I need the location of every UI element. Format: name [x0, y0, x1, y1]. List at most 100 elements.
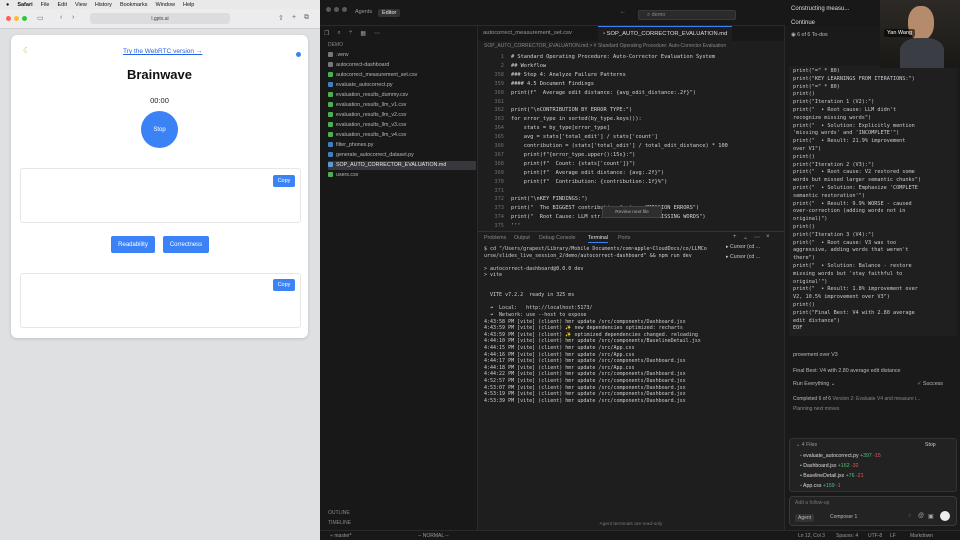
tab-agents[interactable]: Agents: [355, 9, 372, 15]
changed-file-row[interactable]: ▪ evaluate_autocorrect.py +397 -15: [800, 453, 881, 459]
menu-item-app[interactable]: Safari: [17, 2, 32, 8]
encoding[interactable]: UTF-8: [868, 533, 882, 539]
zoom-window-icon[interactable]: [22, 16, 27, 21]
minimize-window-icon[interactable]: [334, 7, 339, 12]
tab-output[interactable]: Output: [514, 235, 530, 241]
close-panel-icon[interactable]: ×: [766, 234, 770, 240]
forward-icon[interactable]: ›: [72, 14, 74, 21]
back-icon[interactable]: ←: [620, 9, 626, 15]
indentation[interactable]: Spaces: 4: [836, 533, 858, 539]
todos-summary[interactable]: ◉ 6 of 6 To-dos: [791, 32, 828, 38]
moon-icon[interactable]: ☾: [23, 46, 30, 55]
code-line: 375 ''': [478, 222, 784, 231]
agent-code-line: over-correction (adding words not in: [793, 208, 906, 215]
editor-tab-sop[interactable]: ▪ SOP_AUTO_CORRECTOR_EVALUATION.md: [598, 26, 733, 41]
tab-editor[interactable]: Editor: [378, 9, 401, 17]
more-icon[interactable]: ⋯: [754, 234, 760, 241]
run-everything-dropdown[interactable]: Run Everything ⌄: [793, 381, 835, 387]
continue-button[interactable]: Continue: [791, 20, 815, 26]
menu-item-window[interactable]: Window: [155, 2, 175, 8]
menu-item-history[interactable]: History: [95, 2, 112, 8]
sidebar-icon[interactable]: ▭: [37, 14, 44, 22]
outline-section[interactable]: OUTLINE: [328, 510, 350, 516]
back-icon[interactable]: ‹: [60, 14, 62, 21]
zoom-window-icon[interactable]: [342, 7, 347, 12]
changed-file-row[interactable]: ▪ Dashboard.jsx +162 -32: [800, 463, 859, 469]
language-mode[interactable]: Markdown: [910, 533, 933, 539]
source-control-icon[interactable]: ⑂: [349, 30, 353, 37]
share-icon[interactable]: ⇧: [278, 14, 284, 22]
code-editor[interactable]: autocorrect_measurement_set.csv ▪ SOP_AU…: [478, 26, 784, 231]
code-line: 361: [478, 98, 784, 107]
explorer-item[interactable]: evaluate_autocorrect.py: [328, 81, 476, 90]
git-branch[interactable]: ⑂ master*: [330, 533, 352, 539]
terminal-entry[interactable]: ▸ Cursor (cd ...: [726, 252, 784, 262]
transcript-textbox[interactable]: [20, 168, 301, 223]
tab-ports[interactable]: Ports: [618, 235, 630, 241]
timeline-section[interactable]: TIMELINE: [328, 520, 351, 526]
code-line: 360 print(f" Average edit distance: {avg_…: [478, 89, 784, 98]
breadcrumb[interactable]: SOP_AUTO_CORRECTOR_EVALUATION.md > # Sta…: [478, 43, 784, 49]
editor-tab-csv[interactable]: autocorrect_measurement_set.csv: [478, 26, 577, 41]
explorer-item[interactable]: evaluation_results_llm_v1.csv: [328, 101, 476, 110]
copy-transcript-button[interactable]: Copy: [273, 175, 295, 187]
menu-item-bookmarks[interactable]: Bookmarks: [120, 2, 148, 8]
explorer-item[interactable]: evaluation_results_llm_v3.csv: [328, 121, 476, 130]
image-attach-icon[interactable]: ▣: [928, 513, 934, 520]
explorer-item[interactable]: users.csv: [328, 171, 476, 180]
tab-problems[interactable]: Problems: [484, 235, 506, 241]
chevron-down-icon[interactable]: ⌄: [743, 234, 748, 241]
minimize-window-icon[interactable]: [14, 16, 19, 21]
tabs-overview-icon[interactable]: ⧉: [304, 14, 309, 22]
apple-menu-icon[interactable]: ●: [6, 2, 9, 8]
correctness-button[interactable]: Correctness: [163, 236, 209, 253]
agent-input[interactable]: Add a follow-up Agent Composer 1 ◌ @ ▣: [789, 496, 957, 526]
explorer-item[interactable]: .venv: [328, 51, 476, 60]
menu-item-help[interactable]: Help: [183, 2, 194, 8]
result-textbox[interactable]: [20, 273, 301, 328]
line-ending[interactable]: LF: [890, 533, 896, 539]
extensions-icon[interactable]: ▦: [360, 30, 366, 37]
agent-code-line: over V1"): [793, 146, 822, 152]
copy-result-button[interactable]: Copy: [273, 279, 295, 291]
more-icon[interactable]: ⋯: [374, 30, 380, 37]
stop-generation-icon[interactable]: [940, 511, 950, 521]
explorer-item[interactable]: generate_autocorrect_dataset.py: [328, 151, 476, 160]
explorer-item[interactable]: evaluation_results_dummy.csv: [328, 91, 476, 100]
line-number: 367: [494, 151, 504, 158]
explorer-item[interactable]: filter_phones.py: [328, 141, 476, 150]
new-terminal-icon[interactable]: +: [733, 234, 737, 240]
explorer-search-icon[interactable]: ⌕: [337, 30, 340, 37]
cursor-position[interactable]: Ln 12, Col 3: [798, 533, 825, 539]
explorer-item[interactable]: autocorrect_measurement_set.csv: [328, 71, 476, 80]
tab-debug-console[interactable]: Debug Console: [539, 235, 576, 241]
changed-file-row[interactable]: ▪ BaselineDetail.jsx +76 -21: [800, 473, 863, 479]
changed-file-row[interactable]: ▪ App.css +159 -1: [800, 483, 841, 489]
tab-terminal[interactable]: Terminal: [588, 235, 609, 243]
url-bar[interactable]: l.gpts.ai: [90, 13, 230, 24]
menu-item-file[interactable]: File: [41, 2, 50, 8]
webrtc-link[interactable]: Try the WebRTC version →: [123, 48, 202, 55]
explorer-files-icon[interactable]: ❐: [324, 30, 329, 37]
search-text: demo: [651, 12, 666, 18]
completed-summary[interactable]: Completed 6 of 6 Version 2: Evaluate V4 …: [793, 396, 920, 402]
readability-button[interactable]: Readability: [111, 236, 155, 253]
terminal-entry[interactable]: ▸ Cursor (cd ...: [726, 242, 784, 252]
explorer-item[interactable]: evaluation_results_llm_v2.csv: [328, 111, 476, 120]
files-count[interactable]: ⌄ 4 Files: [796, 442, 817, 448]
explorer-item-selected[interactable]: SOP_AUTO_CORRECTOR_EVALUATION.md: [328, 161, 476, 170]
menu-item-edit[interactable]: Edit: [58, 2, 67, 8]
close-window-icon[interactable]: [6, 16, 11, 21]
command-search-input[interactable]: ⌕ demo: [638, 10, 736, 20]
close-window-icon[interactable]: [326, 7, 331, 12]
explorer-item[interactable]: evaluation_results_llm_v4.csv: [328, 131, 476, 140]
explorer-item[interactable]: autocorrect-dashboard: [328, 61, 476, 70]
stop-button[interactable]: Stop: [141, 111, 178, 148]
stop-agent-button[interactable]: Stop: [925, 442, 936, 448]
model-select[interactable]: Composer 1: [830, 514, 857, 520]
agent-mode-select[interactable]: Agent: [795, 514, 815, 522]
new-tab-icon[interactable]: +: [292, 14, 296, 21]
mention-icon[interactable]: @: [918, 513, 924, 519]
menu-item-view[interactable]: View: [75, 2, 87, 8]
review-next-file-button[interactable]: Review next file: [602, 206, 662, 218]
